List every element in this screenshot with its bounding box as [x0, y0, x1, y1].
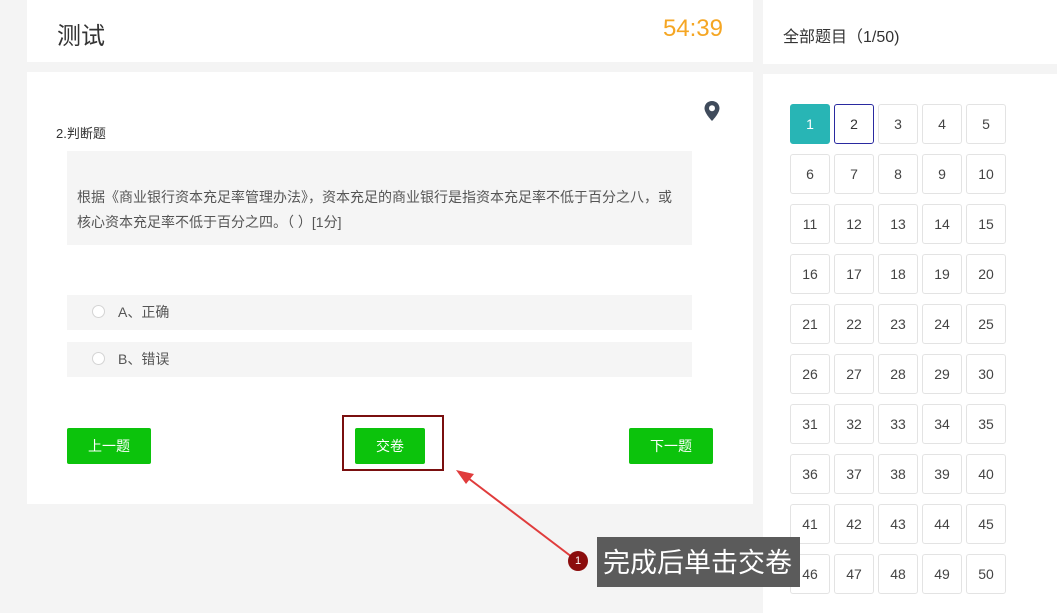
question-number-cell[interactable]: 24 — [922, 304, 962, 344]
question-number-cell[interactable]: 50 — [966, 554, 1006, 594]
question-number-cell[interactable]: 40 — [966, 454, 1006, 494]
annotation-step-badge: 1 — [568, 551, 588, 571]
question-number-cell[interactable]: 25 — [966, 304, 1006, 344]
radio-button-a[interactable] — [92, 305, 105, 318]
question-number-cell[interactable]: 39 — [922, 454, 962, 494]
question-number-cell[interactable]: 13 — [878, 204, 918, 244]
question-number-cell[interactable]: 23 — [878, 304, 918, 344]
question-number-cell[interactable]: 18 — [878, 254, 918, 294]
option-a[interactable]: A、正确 — [67, 295, 692, 330]
question-number-cell[interactable]: 34 — [922, 404, 962, 444]
question-number-cell[interactable]: 43 — [878, 504, 918, 544]
question-number-cell[interactable]: 12 — [834, 204, 874, 244]
question-number-cell[interactable]: 47 — [834, 554, 874, 594]
question-number-cell[interactable]: 14 — [922, 204, 962, 244]
question-number-cell[interactable]: 27 — [834, 354, 874, 394]
question-type-label: 2.判断题 — [56, 126, 106, 141]
question-number-cell[interactable]: 26 — [790, 354, 830, 394]
option-a-label: A、正确 — [118, 304, 170, 320]
next-question-button[interactable]: 下一题 — [629, 428, 713, 464]
exam-header: 测试 54:39 — [27, 0, 753, 62]
countdown-timer: 54:39 — [662, 15, 723, 42]
question-number-cell[interactable]: 38 — [878, 454, 918, 494]
question-text: 根据《商业银行资本充足率管理办法》，资本充足的商业银行是指资本充足率不低于百分之… — [67, 151, 692, 245]
question-number-cell[interactable]: 17 — [834, 254, 874, 294]
question-number-cell[interactable]: 10 — [966, 154, 1006, 194]
question-number-cell[interactable]: 11 — [790, 204, 830, 244]
question-number-cell[interactable]: 42 — [834, 504, 874, 544]
question-number-cell[interactable]: 21 — [790, 304, 830, 344]
question-number-cell[interactable]: 37 — [834, 454, 874, 494]
question-number-cell[interactable]: 36 — [790, 454, 830, 494]
question-number-cell[interactable]: 44 — [922, 504, 962, 544]
question-number-cell[interactable]: 16 — [790, 254, 830, 294]
question-navigator: 1 2 3 4 5 6 7 8 9 10 11 12 13 14 15 16 17 18 19 20 21 22 23 24 2… — [763, 74, 1057, 613]
option-b[interactable]: B、错误 — [67, 342, 692, 377]
question-number-cell[interactable]: 20 — [966, 254, 1006, 294]
question-number-cell[interactable]: 7 — [834, 154, 874, 194]
question-number-cell[interactable]: 8 — [878, 154, 918, 194]
question-number-cell[interactable]: 30 — [966, 354, 1006, 394]
option-b-label: B、错误 — [118, 351, 170, 367]
question-number-cell[interactable]: 19 — [922, 254, 962, 294]
question-number-cell[interactable]: 33 — [878, 404, 918, 444]
question-number-cell[interactable]: 15 — [966, 204, 1006, 244]
question-number-cell[interactable]: 2 — [834, 104, 874, 144]
sidebar-header: 全部题目（1/50) — [763, 0, 1057, 64]
page-title: 测试 — [57, 23, 105, 50]
question-number-cell[interactable]: 1 — [790, 104, 830, 144]
question-number-cell[interactable]: 29 — [922, 354, 962, 394]
question-number-cell[interactable]: 6 — [790, 154, 830, 194]
question-number-cell[interactable]: 22 — [834, 304, 874, 344]
question-number-grid: 1 2 3 4 5 6 7 8 9 10 11 12 13 14 15 16 17 18 19 20 21 22 23 24 2… — [790, 104, 1010, 594]
question-number-cell[interactable]: 28 — [878, 354, 918, 394]
question-number-cell[interactable]: 32 — [834, 404, 874, 444]
question-count-label: 全部题目（1/50) — [783, 29, 900, 46]
question-number-cell[interactable]: 31 — [790, 404, 830, 444]
question-number-cell[interactable]: 49 — [922, 554, 962, 594]
annotation-callout: 完成后单击交卷 — [597, 537, 800, 587]
location-pin-icon[interactable] — [703, 100, 721, 122]
question-number-cell[interactable]: 3 — [878, 104, 918, 144]
question-number-cell[interactable]: 9 — [922, 154, 962, 194]
question-number-cell[interactable]: 45 — [966, 504, 1006, 544]
question-number-cell[interactable]: 4 — [922, 104, 962, 144]
question-number-cell[interactable]: 5 — [966, 104, 1006, 144]
question-number-cell[interactable]: 48 — [878, 554, 918, 594]
annotation-highlight-box — [342, 415, 444, 471]
previous-question-button[interactable]: 上一题 — [67, 428, 151, 464]
radio-button-b[interactable] — [92, 352, 105, 365]
question-number-cell[interactable]: 35 — [966, 404, 1006, 444]
